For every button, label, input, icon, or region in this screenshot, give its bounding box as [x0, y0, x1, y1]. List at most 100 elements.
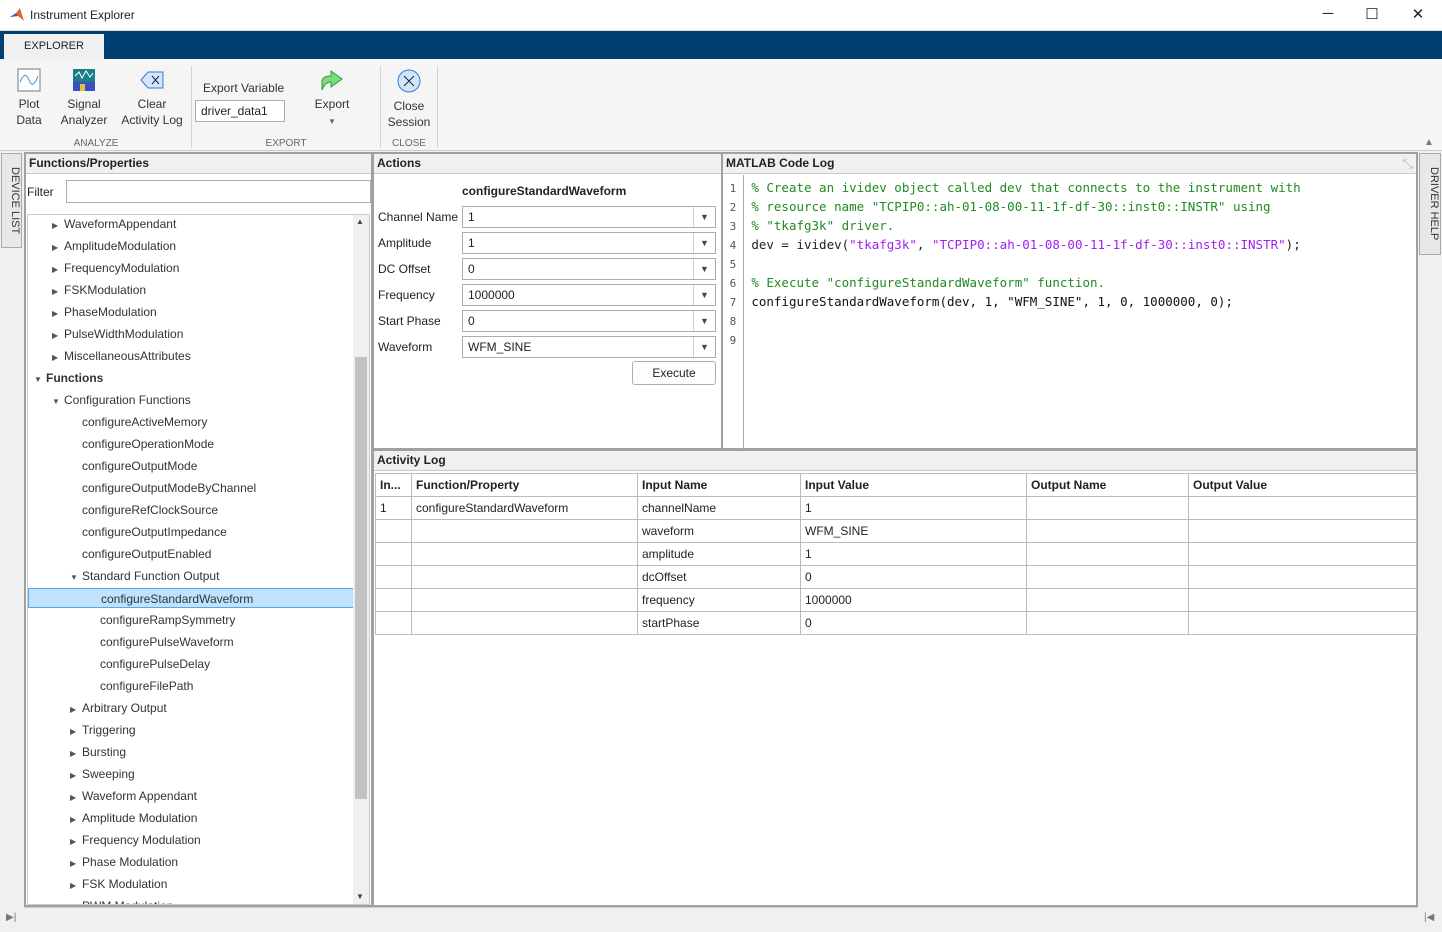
param-dropdown[interactable]: 0 ▼ [462, 310, 716, 332]
tree-item[interactable]: ▶ Phase Modulation [28, 852, 178, 872]
tab-explorer[interactable]: EXPLORER [4, 34, 104, 59]
tree-item[interactable]: ▶ Amplitude Modulation [28, 808, 197, 828]
scroll-up-icon[interactable]: ▲ [356, 217, 364, 226]
tree-item[interactable]: ▶ FSK Modulation [28, 874, 167, 894]
chevron-down-icon[interactable]: ▼ [693, 285, 715, 305]
table-row[interactable]: waveform WFM_SINE [375, 519, 1417, 543]
tree-item[interactable]: ▶ Waveform Appendant [28, 786, 197, 806]
tree-item[interactable]: configureRefClockSource [28, 500, 218, 520]
tree-item[interactable]: ▼ Functions [28, 368, 103, 388]
tree-item[interactable]: configureOutputEnabled [28, 544, 211, 564]
tree-item[interactable]: ▶ Triggering [28, 720, 136, 740]
chevron-down-icon[interactable]: ▼ [693, 233, 715, 253]
caret-right-icon[interactable]: ▶ [52, 260, 64, 280]
caret-right-icon[interactable]: ▶ [70, 722, 82, 742]
plot-data-button[interactable]: Plot Data [8, 68, 50, 128]
caret-right-icon[interactable]: ▶ [70, 876, 82, 896]
tree-item[interactable]: ▶ PhaseModulation [28, 302, 157, 322]
scrollbar-thumb[interactable] [355, 357, 367, 799]
tree-item[interactable]: ▶ PulseWidthModulation [28, 324, 183, 344]
device-list-tab[interactable]: DEVICE LIST [1, 153, 22, 248]
tree-item[interactable]: configureOutputMode [28, 456, 197, 476]
maximize-button[interactable]: ☐ [1357, 5, 1387, 25]
tree-item[interactable]: ▶ FrequencyModulation [28, 258, 179, 278]
column-header[interactable]: Input Name [637, 473, 801, 497]
tree-item[interactable]: ▶ Sweeping [28, 764, 135, 784]
column-header[interactable]: Output Name [1026, 473, 1189, 497]
tree-item[interactable]: ▼ Configuration Functions [28, 390, 191, 410]
caret-right-icon[interactable]: ▶ [70, 898, 82, 904]
caret-right-icon[interactable]: ▶ [70, 832, 82, 852]
tree-item[interactable]: configurePulseDelay [28, 654, 210, 674]
signal-analyzer-button[interactable]: Signal Analyzer [58, 68, 110, 128]
param-dropdown[interactable]: 1000000 ▼ [462, 284, 716, 306]
execute-button[interactable]: Execute [632, 361, 716, 385]
param-dropdown[interactable]: WFM_SINE ▼ [462, 336, 716, 358]
driver-help-tab[interactable]: DRIVER HELP [1419, 153, 1441, 255]
caret-right-icon[interactable]: ▶ [52, 216, 64, 236]
column-header[interactable]: Input Value [800, 473, 1027, 497]
tree-item[interactable]: configurePulseWaveform [28, 632, 234, 652]
close-window-button[interactable]: ✕ [1403, 5, 1433, 25]
tree-item[interactable]: configureStandardWaveform [28, 588, 354, 608]
caret-right-icon[interactable]: ▶ [52, 238, 64, 258]
table-row[interactable]: amplitude 1 [375, 542, 1417, 566]
filter-input[interactable] [66, 180, 371, 203]
table-row[interactable]: frequency 1000000 [375, 588, 1417, 612]
tree-item[interactable]: ▶ Arbitrary Output [28, 698, 167, 718]
column-header[interactable]: Output Value [1188, 473, 1417, 497]
tree-item[interactable]: ▶ Frequency Modulation [28, 830, 201, 850]
clear-activity-log-button[interactable]: Clear Activity Log [118, 68, 186, 128]
table-row[interactable]: dcOffset 0 [375, 565, 1417, 589]
param-label: Start Phase [378, 314, 441, 328]
chevron-down-icon[interactable]: ▼ [693, 259, 715, 279]
table-row[interactable]: 1 configureStandardWaveform channelName 1 [375, 496, 1417, 520]
caret-right-icon[interactable]: ▶ [70, 788, 82, 808]
expand-left-icon[interactable]: ▶| [6, 912, 16, 923]
caret-right-icon[interactable]: ▶ [70, 766, 82, 786]
caret-down-icon[interactable]: ▼ [70, 568, 82, 588]
tree-item[interactable]: configureOperationMode [28, 434, 214, 454]
caret-right-icon[interactable]: ▶ [70, 744, 82, 764]
tree-item[interactable]: ▼ Standard Function Output [28, 566, 219, 586]
column-header[interactable]: Function/Property [411, 473, 638, 497]
chevron-down-icon[interactable]: ▼ [693, 207, 715, 227]
tree-item[interactable]: ▶ WaveformAppendant [28, 215, 176, 236]
caret-right-icon[interactable]: ▶ [70, 700, 82, 720]
table-row[interactable]: startPhase 0 [375, 611, 1417, 635]
maximize-panel-icon[interactable]: ⤡ [1403, 156, 1413, 172]
param-dropdown[interactable]: 0 ▼ [462, 258, 716, 280]
export-variable-input[interactable]: driver_data1 [195, 100, 285, 122]
tree-item[interactable]: configureOutputImpedance [28, 522, 227, 542]
caret-right-icon[interactable]: ▶ [70, 810, 82, 830]
minimize-button[interactable]: ─ [1313, 5, 1343, 25]
collapse-toolstrip-icon[interactable]: ▲ [1424, 137, 1434, 148]
tree-item[interactable]: ▶ MiscellaneousAttributes [28, 346, 191, 366]
caret-right-icon[interactable]: ▶ [52, 304, 64, 324]
close-session-button[interactable]: Close Session [385, 68, 433, 130]
tree-item[interactable]: ▶ AmplitudeModulation [28, 236, 176, 256]
param-dropdown[interactable]: 1 ▼ [462, 232, 716, 254]
tree-item[interactable]: ▶ Bursting [28, 742, 126, 762]
caret-right-icon[interactable]: ▶ [52, 282, 64, 302]
caret-right-icon[interactable]: ▶ [52, 348, 64, 368]
chevron-down-icon[interactable]: ▼ [693, 337, 715, 357]
caret-down-icon[interactable]: ▼ [34, 370, 46, 390]
caret-right-icon[interactable]: ▶ [70, 854, 82, 874]
table-cell [1188, 588, 1417, 612]
column-header[interactable]: In... [375, 473, 412, 497]
scroll-down-icon[interactable]: ▼ [356, 892, 364, 901]
tree-item[interactable]: ▶PWM Modulation [28, 896, 173, 904]
tree-item[interactable]: ▶ FSKModulation [28, 280, 146, 300]
tree-scrollbar[interactable]: ▲ ▼ [353, 215, 369, 904]
caret-right-icon[interactable]: ▶ [52, 326, 64, 346]
export-button[interactable]: Export ▼ [308, 68, 356, 130]
param-dropdown[interactable]: 1 ▼ [462, 206, 716, 228]
tree-item[interactable]: configureRampSymmetry [28, 610, 235, 630]
tree-item[interactable]: configureOutputModeByChannel [28, 478, 256, 498]
tree-item[interactable]: configureActiveMemory [28, 412, 207, 432]
tree-item[interactable]: configureFilePath [28, 676, 193, 696]
chevron-down-icon[interactable]: ▼ [693, 311, 715, 331]
caret-down-icon[interactable]: ▼ [52, 392, 64, 412]
expand-right-icon[interactable]: |◀ [1424, 912, 1434, 923]
